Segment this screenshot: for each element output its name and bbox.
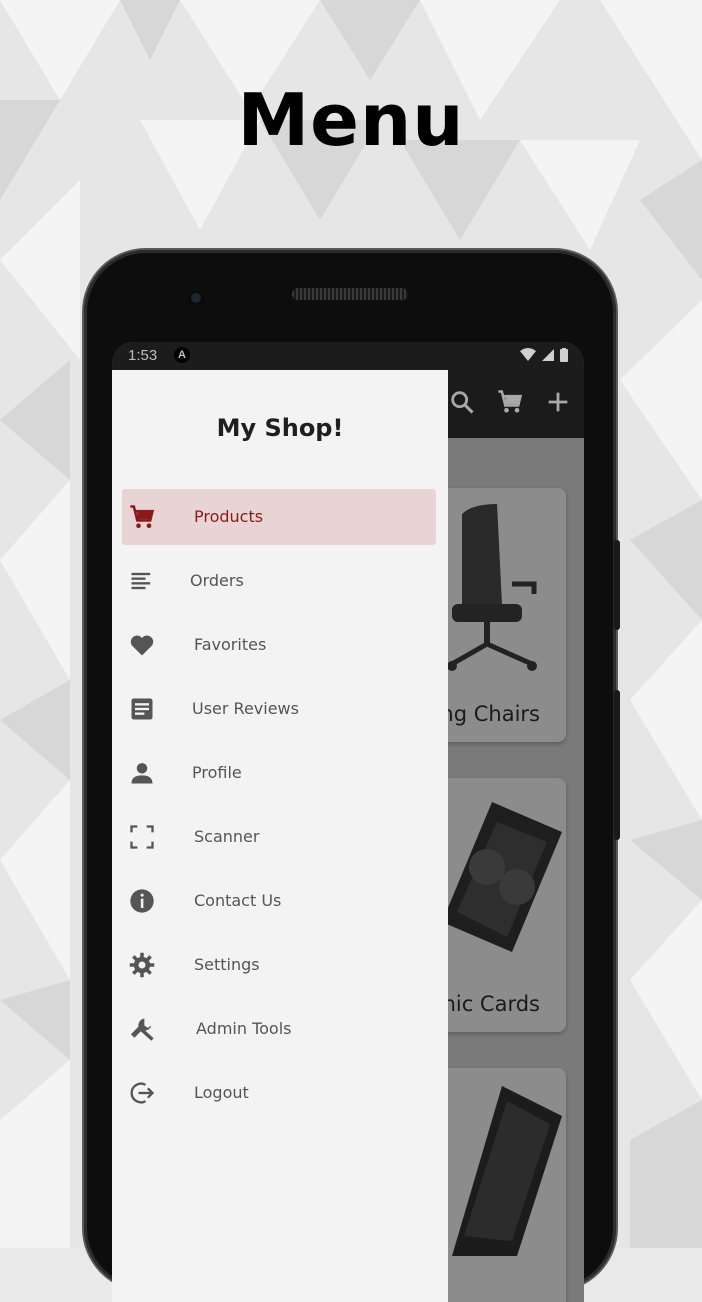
menu-item-settings[interactable]: Settings <box>122 937 436 993</box>
menu-item-profile[interactable]: Profile <box>122 745 436 801</box>
phone-frame: 1:53 A ng Chairs hic Cards My Shop! Prod… <box>84 250 620 1302</box>
volume-button <box>614 690 620 840</box>
battery-icon <box>560 348 568 362</box>
logout-icon <box>128 1079 156 1107</box>
phone-screen: 1:53 A ng Chairs hic Cards My Shop! Prod… <box>112 342 584 1302</box>
drawer-title: My Shop! <box>216 414 344 442</box>
menu-label: Logout <box>194 1083 249 1102</box>
menu-item-user-reviews[interactable]: User Reviews <box>122 681 436 737</box>
menu-item-orders[interactable]: Orders <box>122 553 436 609</box>
power-button <box>614 540 620 630</box>
wrench-icon <box>128 1015 156 1043</box>
menu-label: Contact Us <box>194 891 282 910</box>
status-bar: 1:53 A <box>112 342 584 370</box>
menu-item-scanner[interactable]: Scanner <box>122 809 436 865</box>
signal-icon <box>542 349 554 361</box>
menu-label: Settings <box>194 955 260 974</box>
menu-item-products[interactable]: Products <box>122 489 436 545</box>
menu-item-logout[interactable]: Logout <box>122 1065 436 1121</box>
scan-frame-icon <box>128 823 156 851</box>
add-icon[interactable] <box>544 388 572 416</box>
card-label: ng Chairs <box>440 702 540 726</box>
menu-label: Favorites <box>194 635 267 654</box>
page-headline: Menu <box>237 78 465 162</box>
cart-icon[interactable] <box>496 388 524 416</box>
navigation-drawer: My Shop! Products Orders Favorites User … <box>112 370 448 1302</box>
info-icon <box>128 887 156 915</box>
menu-label: User Reviews <box>192 699 299 718</box>
gear-icon <box>128 951 156 979</box>
menu-item-favorites[interactable]: Favorites <box>122 617 436 673</box>
menu-label: Profile <box>192 763 242 782</box>
menu-label: Products <box>194 507 264 526</box>
heart-icon <box>128 631 156 659</box>
person-icon <box>128 759 156 787</box>
front-camera <box>188 290 204 306</box>
status-time: 1:53 <box>128 347 158 364</box>
chair-image <box>447 504 537 671</box>
cart-icon <box>128 503 156 531</box>
menu-item-contact-us[interactable]: Contact Us <box>122 873 436 929</box>
list-icon <box>128 567 156 595</box>
menu-item-admin-tools[interactable]: Admin Tools <box>122 1001 436 1057</box>
notification-icon: A <box>174 347 190 363</box>
menu-label: Scanner <box>194 827 260 846</box>
menu-label: Admin Tools <box>196 1019 292 1038</box>
graphics-card-image <box>442 802 562 952</box>
menu-label: Orders <box>190 571 244 590</box>
article-icon <box>128 695 156 723</box>
card-label: hic Cards <box>442 992 540 1016</box>
earpiece-speaker <box>292 288 408 300</box>
search-icon[interactable] <box>448 388 476 416</box>
wifi-icon <box>520 348 536 361</box>
